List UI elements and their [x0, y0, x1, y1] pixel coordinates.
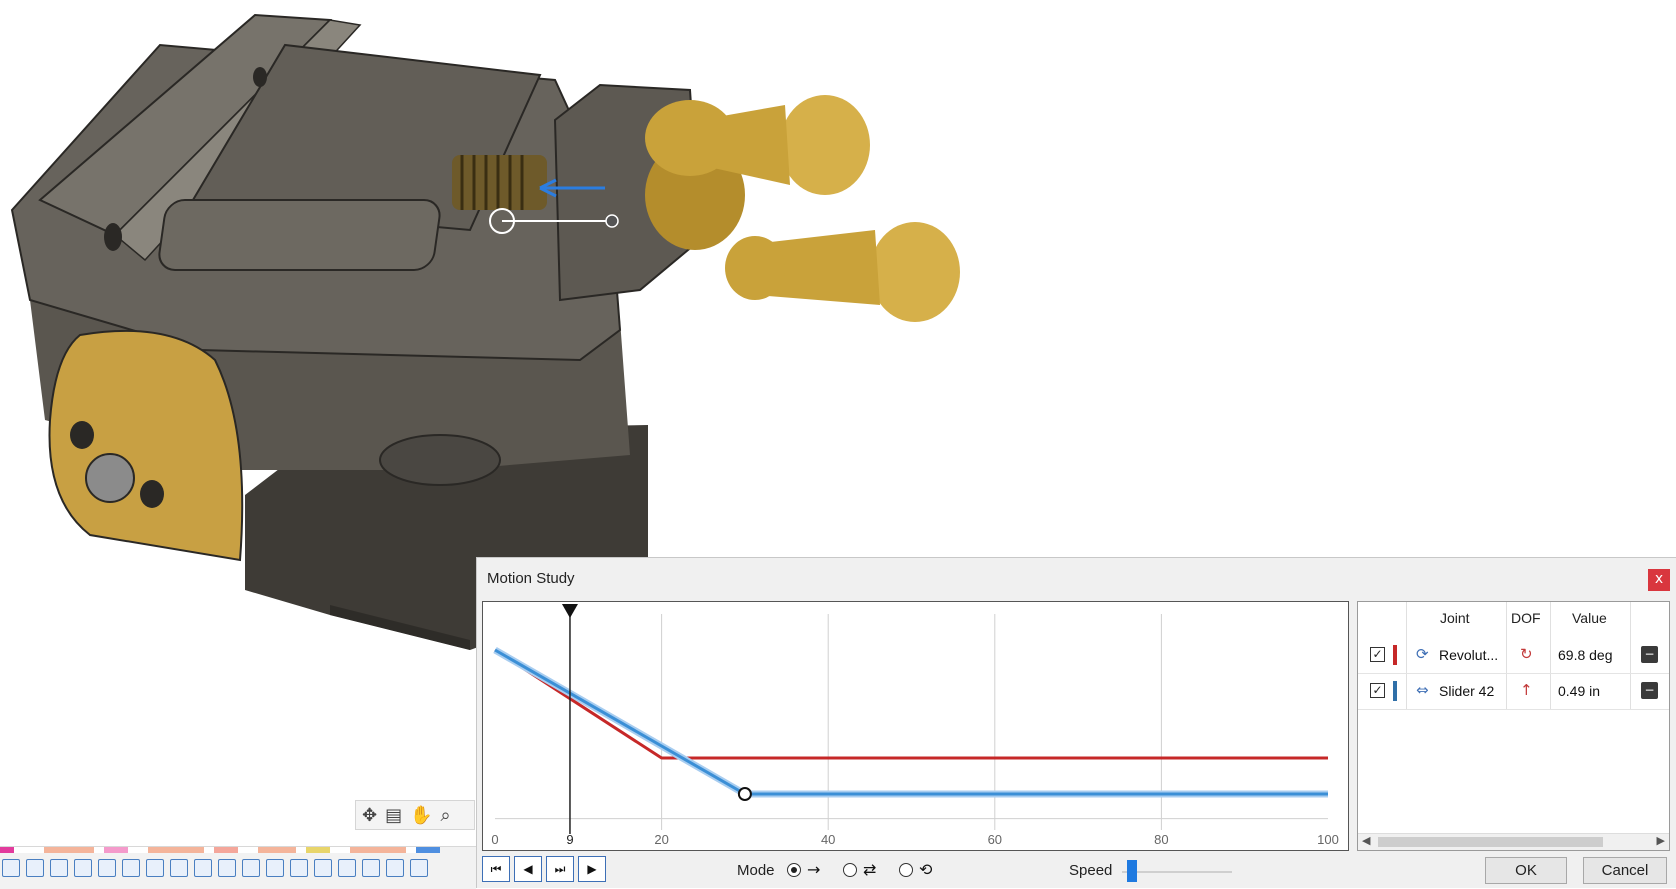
vise-jaw-pad [158, 199, 441, 271]
close-button[interactable]: x [1648, 569, 1670, 591]
x-tick-label: 20 [654, 832, 668, 847]
swivel-center-boss [85, 453, 135, 503]
playback-controls: ⏮ ◀ ⏭ ▶ [482, 856, 606, 882]
horizontal-scrollbar[interactable]: ◀ ▶ [1358, 833, 1669, 850]
x-tick-label: 100 [1317, 832, 1339, 847]
timeline-feature-icon[interactable] [218, 859, 236, 877]
pan-icon[interactable]: ✋ [410, 805, 432, 826]
joints-table: Joint DOF Value ✓ ⟳ Revolut... ↻ 69.8 de… [1357, 601, 1670, 851]
swivel-bolt-hole [70, 421, 94, 449]
timeline-feature-icon[interactable] [338, 859, 356, 877]
x-tick-label: 60 [988, 832, 1002, 847]
timeline-feature-icon[interactable] [386, 859, 404, 877]
timeline-feature-icon[interactable] [98, 859, 116, 877]
vise-swivel-post [379, 434, 501, 486]
orbit-icon[interactable]: ✥ [362, 805, 377, 826]
mode-label: Mode [737, 862, 775, 879]
look-at-icon[interactable]: ▤ [385, 805, 402, 826]
joint-name: Slider 42 [1439, 683, 1495, 699]
playhead-marker[interactable] [561, 604, 578, 618]
step-forward-icon[interactable]: ⏭ [546, 856, 574, 882]
scroll-right-icon[interactable]: ▶ [1657, 834, 1665, 847]
ping-pong-icon: ⇄ [863, 860, 877, 879]
zoom-icon[interactable]: ⌕ [441, 805, 451, 826]
scrollbar-thumb[interactable] [1378, 837, 1603, 847]
timeline-feature-icon[interactable] [74, 859, 92, 877]
handle-knob-bottom [725, 236, 785, 300]
column-header-value: Value [1572, 610, 1607, 626]
mode-radio[interactable] [843, 862, 857, 877]
screw-hole [253, 67, 267, 87]
ok-button[interactable]: OK [1485, 857, 1567, 884]
play-once-icon: → [807, 860, 821, 879]
timeline-feature-icon[interactable] [170, 859, 188, 877]
rotation-dof-icon: ↻ [1520, 645, 1533, 663]
joint-checkbox[interactable]: ✓ [1370, 647, 1385, 662]
handle-ball-bottom [870, 222, 960, 322]
scroll-left-icon[interactable]: ◀ [1362, 834, 1370, 847]
cancel-button[interactable]: Cancel [1583, 857, 1667, 884]
timeline-feature-icon[interactable] [146, 859, 164, 877]
mode-play-once[interactable]: → [787, 860, 820, 879]
column-header-joint: Joint [1440, 610, 1470, 626]
joint-name: Revolut... [1439, 647, 1499, 663]
x-tick-label: 80 [1154, 832, 1168, 847]
mode-radio[interactable] [787, 862, 801, 877]
dialog-title: Motion Study [487, 570, 575, 587]
motion-graph[interactable]: 0 20 40 60 80 100 9 [483, 602, 1348, 850]
timeline-feature-icon[interactable] [242, 859, 260, 877]
timeline-feature-icon[interactable] [290, 859, 308, 877]
speed-label: Speed [1069, 862, 1113, 879]
keyframe-point[interactable] [737, 787, 752, 801]
timeline-features [2, 859, 428, 877]
navigation-toolbar: ✥ ▤ ✋ ⌕ [355, 800, 475, 830]
speed-slider-track[interactable] [1122, 871, 1232, 873]
linear-dof-icon: ↑ [1520, 681, 1533, 699]
motion-graph-panel[interactable]: 0 20 40 60 80 100 9 [482, 601, 1349, 851]
screw-hole [104, 223, 122, 251]
loop-icon: ⟲ [919, 860, 933, 879]
go-to-start-icon[interactable]: ⏮ [482, 856, 510, 882]
playhead-label: 9 [566, 832, 573, 847]
timeline-feature-icon[interactable] [362, 859, 380, 877]
timeline-feature-icon[interactable] [50, 859, 68, 877]
timeline-feature-icon[interactable] [410, 859, 428, 877]
revolute-joint-icon: ⟳ [1416, 645, 1429, 663]
joint-value[interactable]: 69.8 deg [1558, 647, 1613, 663]
x-tick-label: 40 [821, 832, 835, 847]
timeline-group-stripes [0, 847, 476, 853]
speed-slider-thumb[interactable] [1127, 860, 1137, 882]
joint-color-swatch [1393, 645, 1397, 665]
motion-study-dialog: Motion Study x 0 20 40 60 80 100 9 Joint DOF V… [476, 557, 1676, 888]
joint-value[interactable]: 0.49 in [1558, 683, 1600, 699]
handle-ball-top [780, 95, 870, 195]
design-timeline [0, 846, 476, 889]
x-tick-label: 0 [491, 832, 498, 847]
timeline-feature-icon[interactable] [2, 859, 20, 877]
swivel-bolt-hole [140, 480, 164, 508]
joint-color-swatch [1393, 681, 1397, 701]
joint-row[interactable]: ✓ ⇔ Slider 42 ↑ 0.49 in − [1358, 673, 1669, 710]
series-line[interactable] [494, 648, 1328, 760]
column-header-dof: DOF [1511, 610, 1541, 626]
timeline-feature-icon[interactable] [314, 859, 332, 877]
slider-joint-icon: ⇔ [1416, 681, 1429, 699]
joint-row[interactable]: ✓ ⟳ Revolut... ↻ 69.8 deg − [1358, 637, 1669, 674]
timeline-feature-icon[interactable] [26, 859, 44, 877]
mode-loop[interactable]: ⟲ [899, 860, 932, 879]
joint-checkbox[interactable]: ✓ [1370, 683, 1385, 698]
timeline-feature-icon[interactable] [122, 859, 140, 877]
remove-joint-button[interactable]: − [1641, 646, 1658, 663]
mode-ping-pong[interactable]: ⇄ [843, 860, 876, 879]
joint-end-handle[interactable] [605, 214, 619, 228]
mode-radio[interactable] [899, 862, 913, 877]
step-back-icon[interactable]: ◀ [514, 856, 542, 882]
timeline-feature-icon[interactable] [194, 859, 212, 877]
remove-joint-button[interactable]: − [1641, 682, 1658, 699]
timeline-feature-icon[interactable] [266, 859, 284, 877]
series-line[interactable] [494, 648, 1328, 796]
play-icon[interactable]: ▶ [578, 856, 606, 882]
